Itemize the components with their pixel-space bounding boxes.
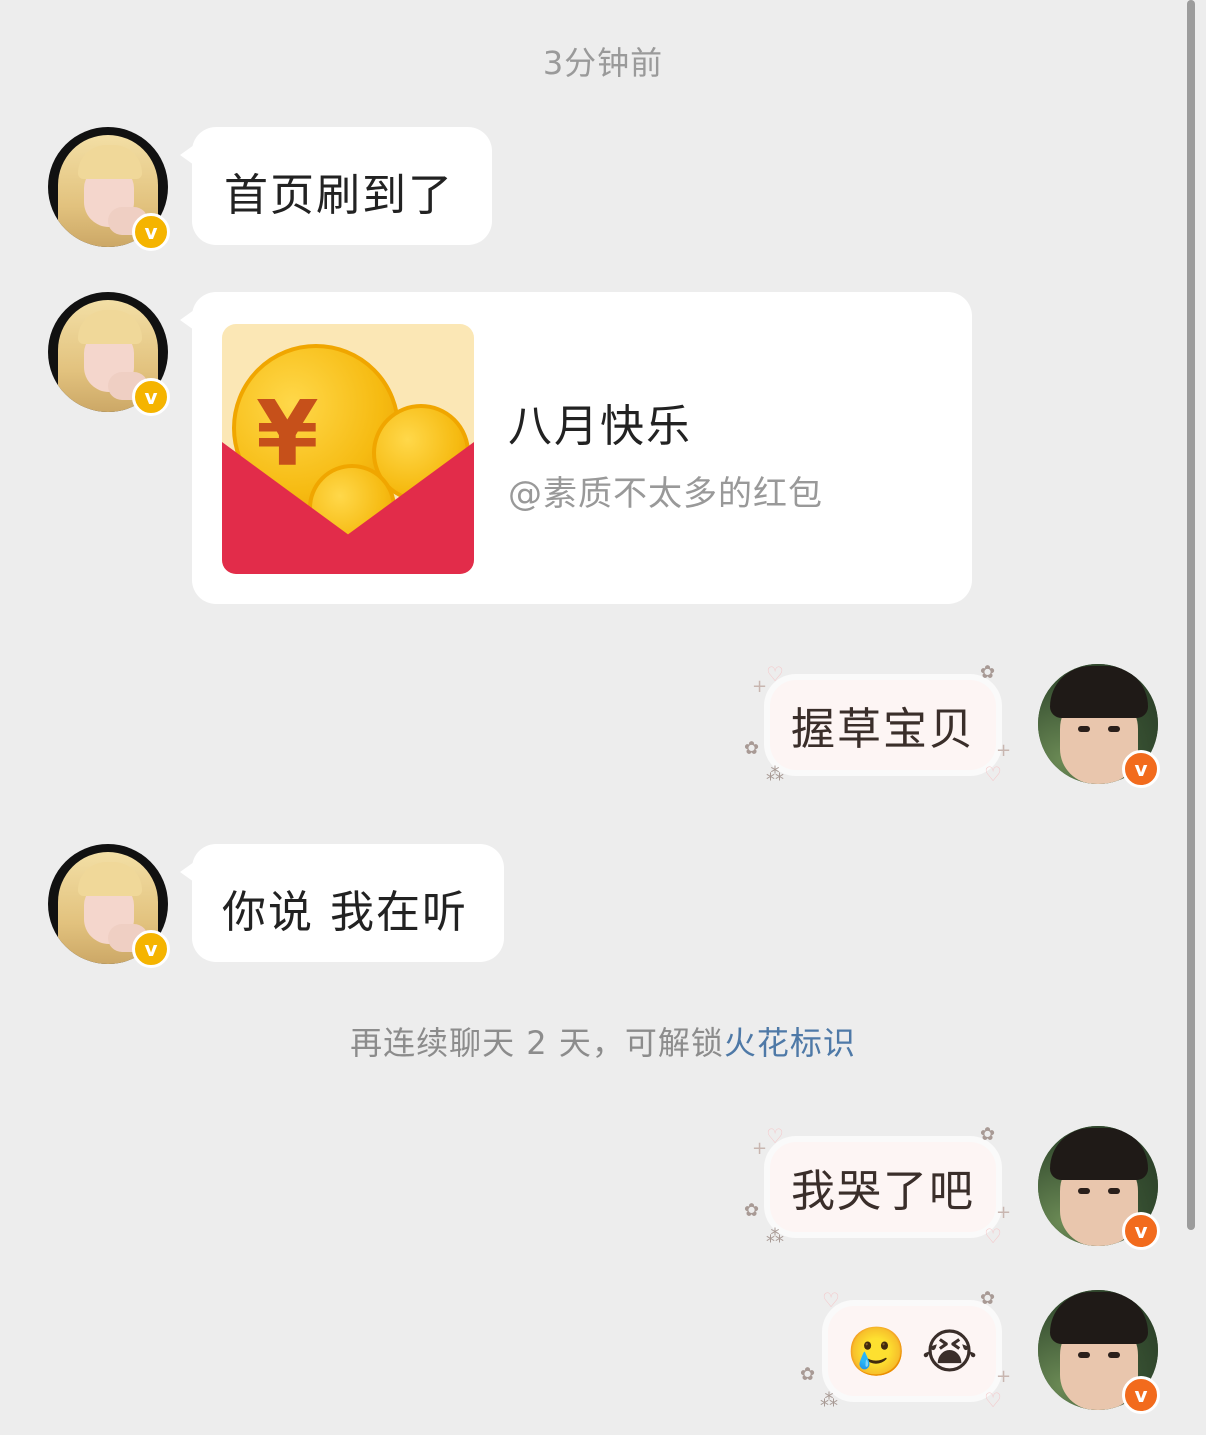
red-packet-title: 八月快乐 [508,401,692,452]
sparkle-decoration-icon: + [996,1366,1012,1387]
heart-decoration-icon: ♡ [766,662,784,686]
sparkle-decoration-icon: + [752,676,768,697]
message-bubble[interactable]: 你说 我在听 [180,844,504,962]
heart-decoration-icon: ♡ [984,1388,1002,1412]
sparkle-decoration-icon: + [996,740,1012,761]
message-bubble[interactable]: 首页刷到了 [180,127,492,245]
message-text: 握草宝贝 [791,704,975,755]
message-text: 你说 我在听 [222,887,468,938]
verified-badge-icon: v [1122,1376,1160,1414]
paw-decoration-icon: ✿ [744,1200,760,1221]
spark-badge-link[interactable]: 火花标识 [724,1024,856,1062]
my-avatar[interactable]: v [1038,664,1160,788]
sparkle-decoration-icon: + [752,1138,768,1159]
heart-decoration-icon: ♡ [766,1124,784,1148]
contact-avatar[interactable]: v [48,127,170,251]
system-notice: 再连续聊天 2 天，可解锁火花标识 [0,1018,1206,1064]
verified-badge-icon: v [132,213,170,251]
message-bubble[interactable]: 🥲 😭 [828,1306,996,1396]
red-packet-icon: ¥ [222,324,474,574]
paw-decoration-icon: ⁂ [766,764,784,785]
message-timestamp: 3分钟前 [542,44,664,82]
contact-avatar[interactable]: v [48,844,170,968]
heart-decoration-icon: ♡ [822,1288,840,1312]
paw-decoration-icon: ✿ [980,1124,996,1145]
paw-decoration-icon: ⁂ [766,1226,784,1247]
red-packet-card[interactable]: ¥ 八月快乐 @素质不太多的红包 [180,292,972,604]
heart-decoration-icon: ♡ [984,1224,1002,1248]
my-avatar[interactable]: v [1038,1126,1160,1250]
emoji-message: 🥲 😭 [846,1323,978,1380]
message-bubble[interactable]: 我哭了吧 [770,1142,996,1232]
message-bubble[interactable]: 握草宝贝 [770,680,996,770]
verified-badge-icon: v [1122,750,1160,788]
red-packet-subtitle: @素质不太多的红包 [508,474,823,514]
my-avatar[interactable]: v [1038,1290,1160,1414]
paw-decoration-icon: ⁂ [820,1390,838,1411]
contact-avatar[interactable]: v [48,292,170,416]
heart-decoration-icon: ♡ [984,762,1002,786]
verified-badge-icon: v [132,378,170,416]
paw-decoration-icon: ✿ [800,1364,816,1385]
message-text: 我哭了吧 [791,1166,975,1217]
paw-decoration-icon: ✿ [744,738,760,759]
system-notice-text: 再连续聊天 2 天，可解锁 [350,1024,724,1062]
paw-decoration-icon: ✿ [980,1288,996,1309]
paw-decoration-icon: ✿ [980,662,996,683]
verified-badge-icon: v [132,930,170,968]
sparkle-decoration-icon: + [996,1202,1012,1223]
message-text: 首页刷到了 [224,170,454,221]
verified-badge-icon: v [1122,1212,1160,1250]
